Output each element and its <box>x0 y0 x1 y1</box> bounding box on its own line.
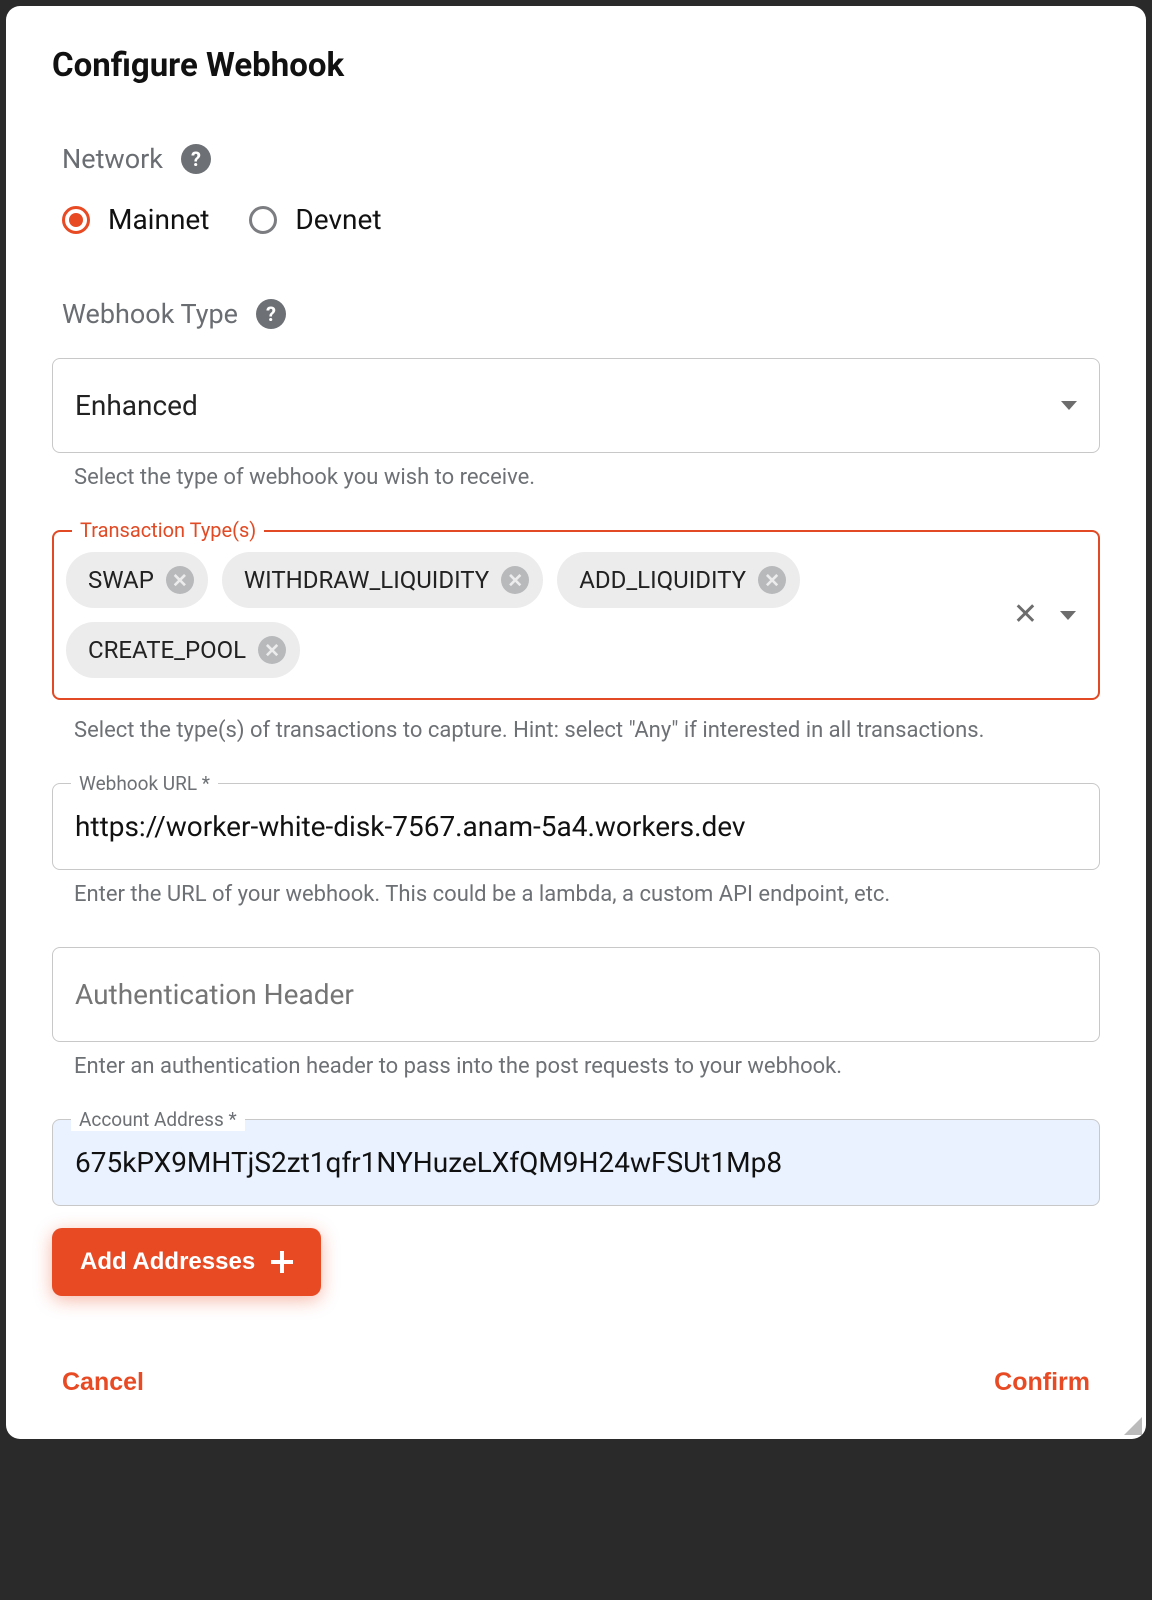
auth-header-input[interactable] <box>75 978 1077 1011</box>
remove-chip-icon[interactable]: ✕ <box>501 566 529 594</box>
remove-chip-icon[interactable]: ✕ <box>166 566 194 594</box>
chip-label: ADD_LIQUIDITY <box>579 566 746 594</box>
chevron-down-icon <box>1061 401 1077 410</box>
account-address-label: Account Address * <box>71 1108 245 1131</box>
transaction-types-legend: Transaction Type(s) <box>72 518 264 542</box>
network-radio-group: Mainnet Devnet <box>62 203 1100 236</box>
webhook-type-label-row: Webhook Type ? <box>62 298 1100 330</box>
radio-label: Mainnet <box>108 203 209 236</box>
add-addresses-button[interactable]: Add Addresses <box>52 1228 321 1296</box>
auth-header-field[interactable] <box>52 947 1100 1042</box>
network-radio-devnet[interactable]: Devnet <box>249 203 381 236</box>
confirm-button[interactable]: Confirm <box>994 1368 1090 1397</box>
transaction-types-controls: ✕ <box>1013 600 1076 630</box>
network-label-row: Network ? <box>62 143 1100 175</box>
chip-add-liquidity: ADD_LIQUIDITY ✕ <box>557 552 800 608</box>
chip-create-pool: CREATE_POOL ✕ <box>66 622 300 678</box>
resize-handle-icon[interactable] <box>1124 1417 1142 1435</box>
chip-label: CREATE_POOL <box>88 636 246 664</box>
webhook-url-label: Webhook URL * <box>71 772 218 795</box>
cancel-button[interactable]: Cancel <box>62 1368 144 1397</box>
remove-chip-icon[interactable]: ✕ <box>258 636 286 664</box>
auth-header-helper: Enter an authentication header to pass i… <box>74 1054 1100 1079</box>
webhook-url-input[interactable] <box>75 810 1077 843</box>
network-label: Network <box>62 143 163 175</box>
chip-label: SWAP <box>88 566 154 594</box>
radio-selected-icon <box>62 206 90 234</box>
radio-label: Devnet <box>295 203 381 236</box>
chevron-down-icon[interactable] <box>1060 611 1076 620</box>
transaction-types-chips: SWAP ✕ WITHDRAW_LIQUIDITY ✕ ADD_LIQUIDIT… <box>66 552 988 678</box>
chip-withdraw-liquidity: WITHDRAW_LIQUIDITY ✕ <box>222 552 543 608</box>
account-address-input[interactable] <box>75 1146 1077 1179</box>
plus-icon <box>271 1251 293 1273</box>
chip-label: WITHDRAW_LIQUIDITY <box>244 566 489 594</box>
transaction-types-helper: Select the type(s) of transactions to ca… <box>74 718 1100 743</box>
clear-all-icon[interactable]: ✕ <box>1013 600 1038 630</box>
webhook-url-helper: Enter the URL of your webhook. This coul… <box>74 882 1100 907</box>
remove-chip-icon[interactable]: ✕ <box>758 566 786 594</box>
transaction-types-field[interactable]: Transaction Type(s) SWAP ✕ WITHDRAW_LIQU… <box>52 530 1100 700</box>
help-icon[interactable]: ? <box>256 299 286 329</box>
add-addresses-label: Add Addresses <box>80 1248 255 1276</box>
webhook-type-value: Enhanced <box>75 389 198 422</box>
webhook-type-select[interactable]: Enhanced <box>52 358 1100 453</box>
webhook-type-label: Webhook Type <box>62 298 238 330</box>
account-address-field[interactable]: Account Address * <box>52 1119 1100 1206</box>
help-icon[interactable]: ? <box>181 144 211 174</box>
radio-unselected-icon <box>249 206 277 234</box>
dialog-title: Configure Webhook <box>52 46 1100 85</box>
chip-swap: SWAP ✕ <box>66 552 208 608</box>
webhook-type-helper: Select the type of webhook you wish to r… <box>74 465 1100 490</box>
dialog-footer: Cancel Confirm <box>52 1368 1100 1397</box>
webhook-url-field[interactable]: Webhook URL * <box>52 783 1100 870</box>
network-radio-mainnet[interactable]: Mainnet <box>62 203 209 236</box>
configure-webhook-dialog: Configure Webhook Network ? Mainnet Devn… <box>6 6 1146 1439</box>
